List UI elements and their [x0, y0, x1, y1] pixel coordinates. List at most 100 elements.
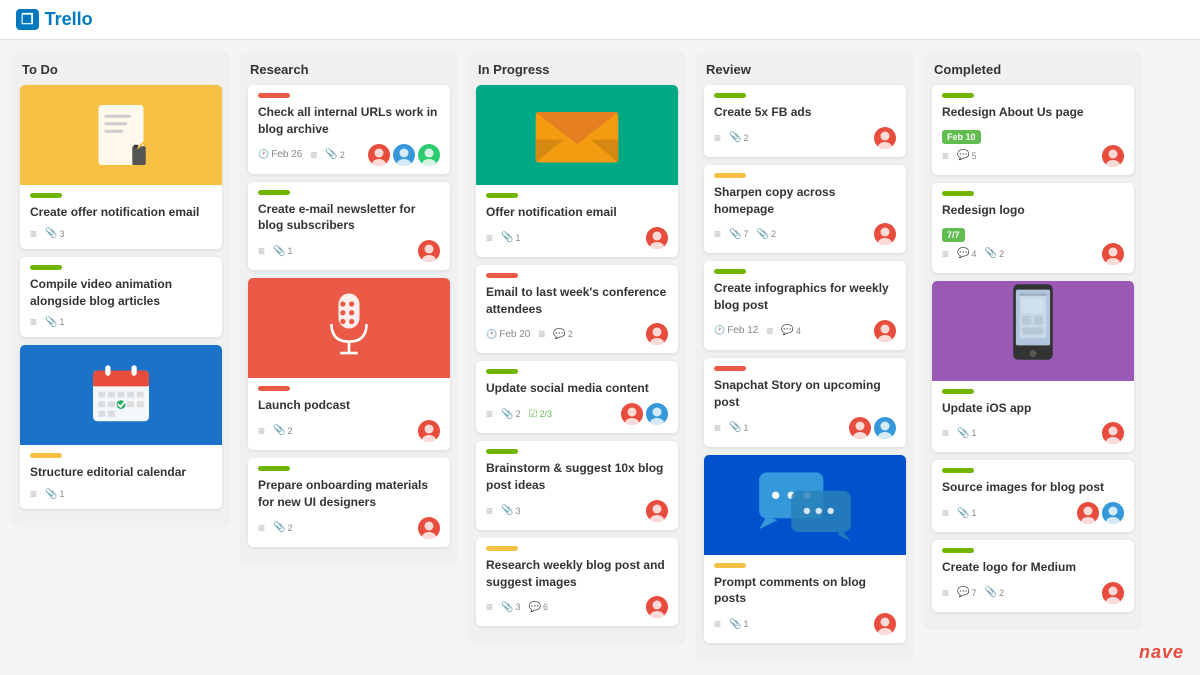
card-footer: ≡📎2 [714, 127, 896, 149]
card-comp-2[interactable]: Redesign logo7/7≡💬4📎2 [932, 183, 1134, 273]
card-title: Prompt comments on blog posts [714, 574, 896, 608]
card-rev-3[interactable]: Create infographics for weekly blog post… [704, 261, 906, 350]
card-meta: ≡📎2 [258, 521, 292, 535]
card-meta: 🕐Feb 12≡💬4 [714, 324, 801, 338]
card-meta-item: 💬5 [957, 150, 976, 161]
card-meta-item: ☑2/3 [528, 409, 551, 420]
card-rev-1[interactable]: Create 5x FB ads≡📎2 [704, 85, 906, 157]
card-footer: ≡💬7📎2 [942, 582, 1124, 604]
avatar [874, 417, 896, 439]
avatar [1102, 145, 1124, 167]
card-footer: 🕐Feb 26≡📎2 [258, 144, 440, 166]
card-meta: ≡📎1 [486, 231, 520, 245]
card-title: Create offer notification email [30, 204, 212, 221]
card-footer: ≡📎3 [486, 500, 668, 522]
card-body-ip-5: Research weekly blog post and suggest im… [476, 538, 678, 627]
card-meta: ≡📎1 [942, 506, 976, 520]
card-meta-item: 📎2 [756, 229, 775, 240]
trello-logo: ❐ Trello [16, 9, 93, 30]
avatar-group [1102, 422, 1124, 444]
avatar-group [646, 323, 668, 345]
column-review: ReviewCreate 5x FB ads≡📎2 Sharpen copy a… [696, 52, 914, 661]
card-meta-item: 📎1 [729, 422, 748, 433]
card-res-3[interactable]: Launch podcast≡📎2 [248, 278, 450, 450]
column-title-completed: Completed [932, 62, 1134, 77]
card-meta: ≡📎1 [258, 244, 292, 258]
avatar-group [418, 240, 440, 262]
card-ip-5[interactable]: Research weekly blog post and suggest im… [476, 538, 678, 627]
column-inprogress: In Progress Offer notification email≡📎1 … [468, 52, 686, 644]
card-meta-item: 📎2 [325, 149, 344, 160]
avatar [393, 144, 415, 166]
card-comp-1[interactable]: Redesign About Us pageFeb 10≡💬5 [932, 85, 1134, 175]
card-meta-item: 📎2 [984, 587, 1003, 598]
card-meta: ≡📎7📎2 [714, 227, 776, 241]
avatar-group [874, 320, 896, 342]
card-title: Brainstorm & suggest 10x blog post ideas [486, 460, 668, 494]
card-meta-item: ≡ [942, 247, 949, 261]
card-body-todo-1: Create offer notification email ≡📎3 [20, 185, 222, 249]
avatar [418, 144, 440, 166]
card-meta-item: ≡ [538, 327, 545, 341]
card-meta-item: 📎2 [273, 522, 292, 533]
column-title-research: Research [248, 62, 450, 77]
card-meta-item: 📎1 [45, 489, 64, 500]
card-todo-3[interactable]: Structure editorial calendar≡📎1 [20, 345, 222, 509]
card-comp-5[interactable]: Create logo for Medium ≡💬7📎2 [932, 540, 1134, 612]
card-footer: ≡📎1 [30, 315, 212, 329]
card-title: Sharpen copy across homepage [714, 184, 896, 218]
card-image-chat [704, 455, 906, 555]
avatar-group [874, 613, 896, 635]
card-meta-item: 💬6 [528, 602, 547, 613]
column-title-inprogress: In Progress [476, 62, 678, 77]
card-meta: ≡💬4📎2 [942, 247, 1004, 261]
card-label [486, 369, 518, 374]
card-meta-item: 📎3 [501, 602, 520, 613]
card-rev-2[interactable]: Sharpen copy across homepage ≡📎7📎2 [704, 165, 906, 254]
card-todo-2[interactable]: Compile video animation alongside blog a… [20, 257, 222, 338]
card-label [942, 548, 974, 553]
card-title: Source images for blog post [942, 479, 1124, 496]
column-research: Research Check all internal URLs work in … [240, 52, 458, 565]
column-completed: Completed Redesign About Us pageFeb 10≡💬5… [924, 52, 1142, 630]
avatar-group [1102, 145, 1124, 167]
card-title: Update iOS app [942, 400, 1124, 417]
card-footer: ≡📎1 [258, 240, 440, 262]
card-meta: ≡📎1 [30, 315, 64, 329]
card-res-4[interactable]: Prepare onboarding materials for new UI … [248, 458, 450, 547]
card-meta-item: 📎1 [957, 508, 976, 519]
card-label [486, 546, 518, 551]
card-title: Create logo for Medium [942, 559, 1124, 576]
card-meta-item: ≡ [258, 244, 265, 258]
card-res-1[interactable]: Check all internal URLs work in blog arc… [248, 85, 450, 174]
card-meta: ≡📎3 [30, 227, 64, 241]
card-ip-3[interactable]: Update social media content≡📎2☑2/3 [476, 361, 678, 433]
avatar [646, 500, 668, 522]
card-todo-1[interactable]: Create offer notification email ≡📎3 [20, 85, 222, 249]
card-meta: ≡ 📎3 💬6 [486, 600, 548, 614]
card-meta-item: ≡ [486, 600, 493, 614]
avatar-group [621, 403, 668, 425]
card-ip-1[interactable]: Offer notification email≡📎1 [476, 85, 678, 257]
card-meta-item: ≡ [942, 426, 949, 440]
card-footer: 🕐Feb 20≡💬2 [486, 323, 668, 345]
avatar-group [874, 127, 896, 149]
card-ip-4[interactable]: Brainstorm & suggest 10x blog post ideas… [476, 441, 678, 530]
avatar [368, 144, 390, 166]
avatar [646, 403, 668, 425]
card-meta: ≡📎2☑2/3 [486, 407, 552, 421]
card-ip-2[interactable]: Email to last week's conference attendee… [476, 265, 678, 354]
card-date: 🕐Feb 12 [714, 325, 758, 336]
card-label [30, 193, 62, 198]
card-comp-3[interactable]: Update iOS app ≡ 📎1 [932, 281, 1134, 453]
card-meta-item: 📎1 [957, 428, 976, 439]
card-rev-4[interactable]: Snapchat Story on upcoming post≡📎1 [704, 358, 906, 447]
logo-icon: ❐ [16, 9, 39, 30]
card-label [714, 173, 746, 178]
card-body-comp-4: Source images for blog post ≡📎1 [932, 460, 1134, 532]
card-comp-4[interactable]: Source images for blog post ≡📎1 [932, 460, 1134, 532]
avatar [418, 517, 440, 539]
card-rev-5[interactable]: Prompt comments on blog posts≡📎1 [704, 455, 906, 644]
card-res-2[interactable]: Create e-mail newsletter for blog subscr… [248, 182, 450, 271]
card-meta: 🕐Feb 26≡📎2 [258, 148, 345, 162]
